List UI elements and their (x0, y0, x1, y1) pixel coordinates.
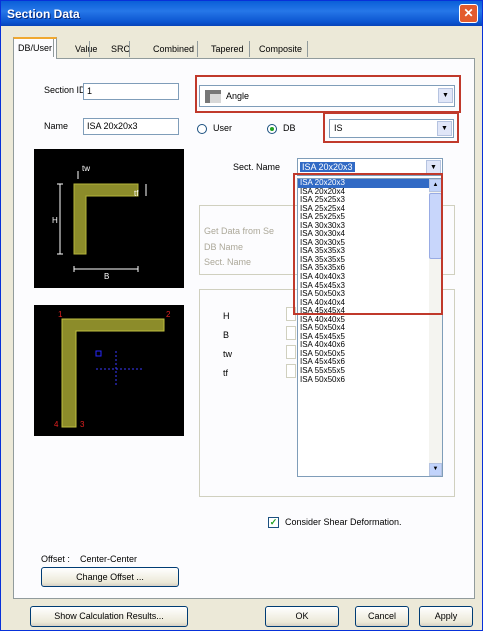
tf-label: tf (134, 189, 139, 198)
db-select[interactable]: IS ▼ (329, 119, 454, 138)
db-radio-label: DB (283, 123, 296, 133)
dim-h-label: H (223, 311, 230, 321)
section-dropdown-list[interactable]: ISA 20x20x3 ISA 20x20x4 ISA 25x25x3 ISA 25x… (297, 178, 443, 477)
scroll-thumb[interactable] (429, 193, 442, 259)
tab-combined[interactable]: Combined (149, 41, 198, 59)
name-label: Name (44, 121, 69, 131)
tab-separator (89, 41, 90, 57)
tab-separator (197, 41, 198, 57)
scroll-down-icon[interactable]: ▼ (429, 463, 442, 476)
dim-tf-label: tf (223, 368, 229, 378)
tab-separator (307, 41, 308, 57)
tab-value[interactable]: Value (71, 41, 101, 59)
tab-composite[interactable]: Composite (255, 41, 306, 59)
h-label: H (52, 216, 58, 225)
close-button[interactable]: ✕ (459, 4, 478, 23)
ok-button[interactable]: OK (265, 606, 339, 627)
section-list-items: ISA 20x20x3 ISA 20x20x4 ISA 25x25x3 ISA 25x… (298, 179, 430, 384)
angle-shape-icon (205, 90, 221, 103)
sect-name-label: Sect. Name (233, 162, 281, 172)
chevron-down-icon[interactable]: ▼ (437, 121, 452, 136)
db-radio[interactable] (267, 124, 277, 134)
dim-b-label: B (223, 330, 230, 340)
section-data-dialog: Section Data ✕ DB/User Value SRC Combine… (0, 0, 483, 631)
change-offset-button[interactable]: Change Offset ... (41, 567, 179, 587)
b-label: B (104, 272, 109, 281)
section-list-item[interactable]: ISA 50x50x6 (298, 375, 430, 385)
get-data-label: Get Data from Se (204, 226, 275, 236)
tw-label: tw (82, 164, 90, 173)
offset-label: Offset : (41, 554, 70, 564)
dialog-title: Section Data (7, 7, 80, 21)
tab-separator (53, 39, 54, 57)
db-name-label: DB Name (204, 242, 244, 252)
db-value: IS (334, 123, 343, 133)
point-3-label: 3 (80, 420, 85, 429)
user-radio-label: User (213, 123, 233, 133)
section-points-diagram: 1 2 3 4 (34, 305, 184, 436)
chevron-down-icon[interactable]: ▼ (438, 88, 453, 103)
sect-name-value: ISA 20x20x3 (300, 162, 355, 172)
tab-separator (129, 41, 130, 57)
tab-tapered[interactable]: Tapered (207, 41, 248, 59)
scroll-up-icon[interactable]: ▲ (429, 179, 442, 192)
shear-deformation-checkbox[interactable]: ✓ (268, 517, 279, 528)
sect-name-select[interactable]: ISA 20x20x3 ▼ (297, 158, 443, 176)
shear-deformation-label: Consider Shear Deformation. (285, 517, 402, 527)
sect-name-label-2: Sect. Name (204, 257, 252, 267)
cancel-button[interactable]: Cancel (355, 606, 409, 627)
apply-button[interactable]: Apply (419, 606, 473, 627)
offset-value: Center-Center (80, 554, 138, 564)
title-bar: Section Data ✕ (1, 1, 482, 26)
section-dimension-diagram: tf tw H B (34, 149, 184, 288)
shape-value: Angle (226, 91, 250, 101)
angle-points-drawing: 1 2 3 4 (54, 310, 171, 429)
point-4-label: 4 (54, 420, 59, 429)
dim-b-input[interactable] (286, 326, 296, 340)
dim-h-input[interactable] (286, 307, 296, 321)
shape-select[interactable]: Angle ▼ (199, 85, 455, 107)
angle-dimension-drawing: tf tw H B (52, 164, 147, 281)
point-1-label: 1 (58, 310, 63, 319)
dim-tw-label: tw (223, 349, 232, 359)
show-calculation-results-button[interactable]: Show Calculation Results... (30, 606, 188, 627)
tab-strip: DB/User Value SRC Combined Tapered Compo… (13, 37, 475, 59)
point-2-label: 2 (166, 310, 171, 319)
tab-separator (249, 41, 250, 57)
section-id-input[interactable]: 1 (83, 83, 179, 100)
user-radio[interactable] (197, 124, 207, 134)
name-input[interactable]: ISA 20x20x3 (83, 118, 179, 135)
dim-tw-input[interactable] (286, 345, 296, 359)
dim-tf-input[interactable] (286, 364, 296, 378)
section-id-label: Section ID (44, 85, 86, 95)
tab-db-user[interactable]: DB/User (13, 37, 58, 59)
dropdown-scrollbar[interactable]: ▲ ▼ (429, 179, 442, 476)
close-icon[interactable]: ✕ (463, 6, 473, 20)
chevron-down-icon[interactable]: ▼ (426, 160, 441, 174)
